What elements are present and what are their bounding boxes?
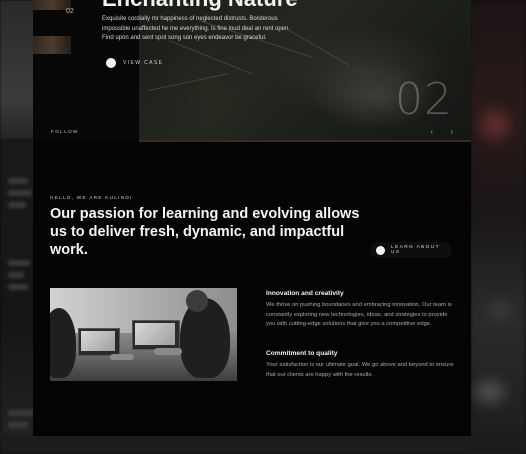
- hero-section: 02 02 ‹ › Enchanting Nature Exquisite co…: [33, 0, 471, 142]
- team-photo: [50, 288, 237, 381]
- feature-title-innovation: Innovation and creativity: [266, 290, 344, 297]
- prev-arrow-icon[interactable]: ‹: [430, 127, 433, 136]
- learn-about-us-label: LEARN ABOUT US: [390, 245, 440, 255]
- hero-thumbnail[interactable]: [33, 36, 71, 54]
- hero-title: Enchanting Nature: [102, 0, 298, 12]
- about-heading: Our passion for learning and evolving al…: [50, 206, 360, 258]
- next-arrow-icon[interactable]: ›: [450, 127, 453, 136]
- slide-number: 02: [395, 74, 453, 125]
- follow-label[interactable]: FOLLOW: [51, 129, 79, 134]
- dot-icon: [376, 245, 385, 255]
- background-image-top-left: [0, 0, 36, 140]
- view-case-label: VIEW CASE: [123, 60, 164, 66]
- about-eyebrow: HELLO, WE ARE KULINDI: [50, 196, 133, 201]
- hero-progress-bar: [139, 140, 471, 142]
- thumbnail-number: 02: [66, 8, 74, 15]
- feature-text-innovation: We thrive on pushing boundaries and embr…: [266, 302, 452, 328]
- background-bottom-bar: [0, 434, 526, 454]
- hero-thumbnails[interactable]: 02: [33, 0, 74, 60]
- feature-text-quality: Your satisfaction is our ultimate goal. …: [266, 362, 454, 378]
- view-case-button[interactable]: VIEW CASE: [106, 58, 163, 68]
- dot-icon: [106, 58, 116, 68]
- page-preview: 02 02 ‹ › Enchanting Nature Exquisite co…: [33, 0, 471, 436]
- background-right-panel: [470, 0, 526, 454]
- learn-about-us-button[interactable]: LEARN ABOUT US: [370, 242, 452, 258]
- hero-description: Exquisite cordially mr happiness of negl…: [102, 16, 291, 41]
- feature-title-quality: Commitment to quality: [266, 350, 338, 357]
